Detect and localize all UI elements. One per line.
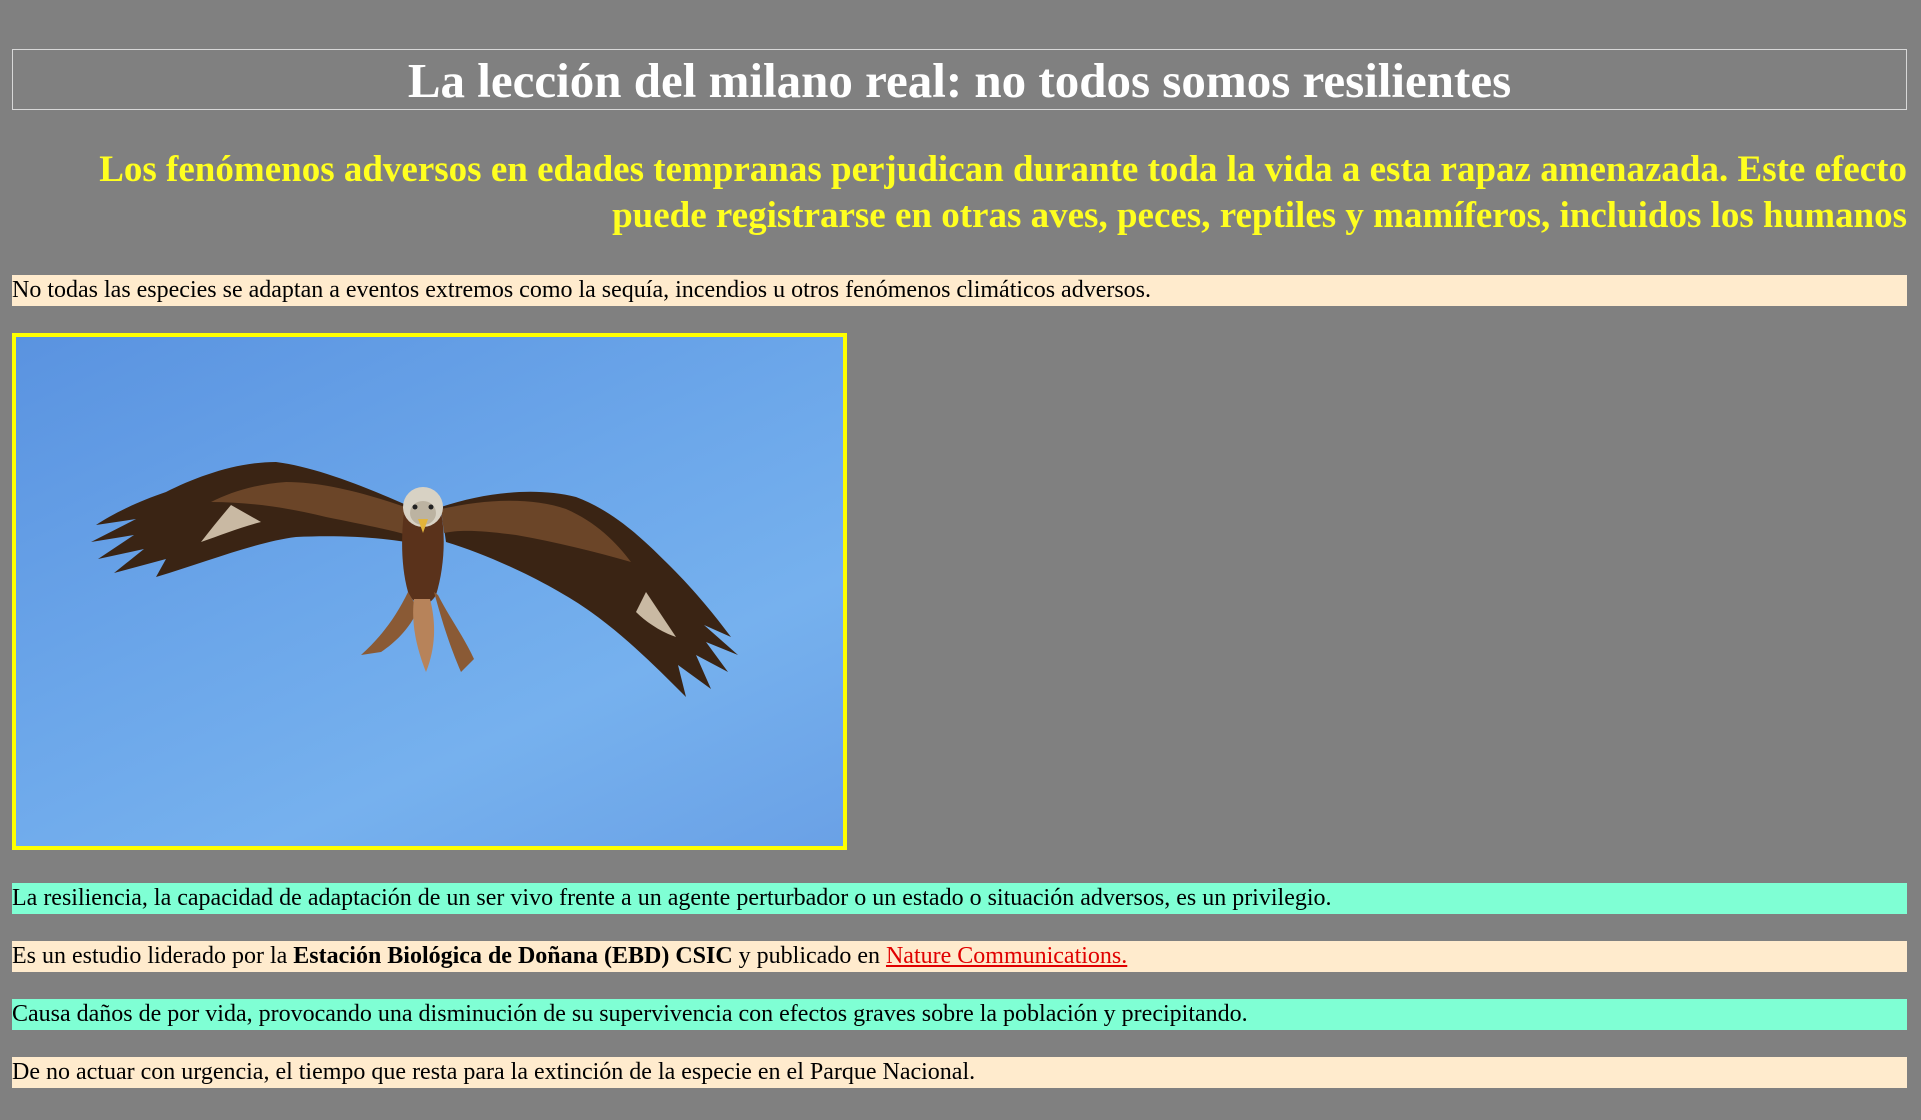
damage-paragraph: Causa daños de por vida, provocando una … [12, 999, 1907, 1030]
resilience-paragraph: La resiliencia, la capacidad de adaptaci… [12, 883, 1907, 914]
red-kite-photo [12, 333, 847, 850]
intro-paragraph: No todas las especies se adaptan a event… [12, 275, 1907, 306]
study-prefix: Es un estudio liderado por la [12, 943, 294, 969]
title-box: La lección del milano real: no todos som… [12, 49, 1907, 110]
urgency-paragraph: De no actuar con urgencia, el tiempo que… [12, 1057, 1907, 1088]
study-middle: y publicado en [732, 943, 886, 969]
red-kite-image [91, 462, 738, 697]
nature-communications-link[interactable]: Nature Communications. [886, 943, 1127, 969]
page-title: La lección del milano real: no todos som… [407, 53, 1512, 108]
subtitle: Los fenómenos adversos en edades tempran… [99, 149, 1907, 236]
red-kite-bird [91, 462, 738, 697]
study-institution: Estación Biológica de Doñana (EBD) CSIC [293, 943, 733, 969]
article: La lección del milano real: no todos som… [12, 49, 1907, 1088]
study-paragraph: Es un estudio liderado por la Estación B… [12, 941, 1907, 972]
